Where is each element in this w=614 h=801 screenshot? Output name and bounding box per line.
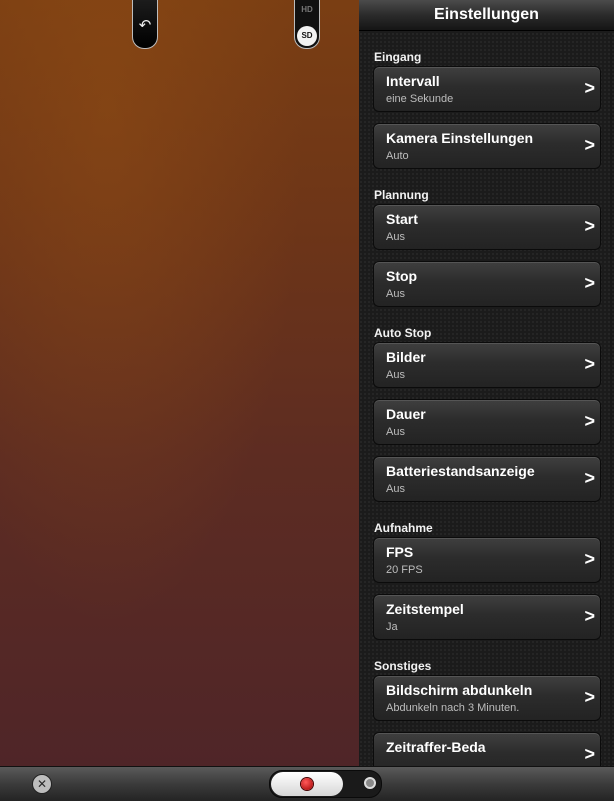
chevron-right-icon: >: [584, 744, 595, 764]
close-icon[interactable]: ✕: [32, 774, 52, 794]
setting-row-stop[interactable]: Stop Aus >: [373, 261, 601, 307]
setting-value: Aus: [386, 483, 405, 495]
chevron-right-icon: >: [584, 78, 595, 98]
setting-row-zeitraffer[interactable]: Zeitraffer-Beda >: [373, 732, 601, 766]
setting-label: Bildschirm abdunkeln: [386, 682, 533, 698]
section-title: Sonstiges: [374, 659, 432, 673]
setting-label: Dauer: [386, 406, 426, 422]
setting-value: Abdunkeln nach 3 Minuten.: [386, 702, 520, 714]
setting-row-start[interactable]: Start Aus >: [373, 204, 601, 250]
resolution-toggle[interactable]: HD SD: [294, 0, 320, 49]
setting-label: Bilder: [386, 349, 426, 365]
chevron-right-icon: >: [584, 687, 595, 707]
setting-label: FPS: [386, 544, 414, 560]
camera-switch-icon: ↶: [138, 17, 152, 34]
setting-label: Zeitraffer-Beda: [386, 739, 486, 755]
setting-label: Zeitstempel: [386, 601, 464, 617]
sd-option: SD: [297, 26, 317, 46]
setting-value: Aus: [386, 426, 405, 438]
setting-row-dauer[interactable]: Dauer Aus >: [373, 399, 601, 445]
switch-camera-button[interactable]: ↶: [132, 0, 158, 49]
settings-panel: Einstellungen Eingang Intervall eine Sek…: [359, 0, 614, 766]
setting-label: Intervall: [386, 73, 440, 89]
section-title: Plannung: [374, 188, 429, 202]
chevron-right-icon: >: [584, 468, 595, 488]
chevron-right-icon: >: [584, 354, 595, 374]
setting-label: Stop: [386, 268, 418, 284]
panel-title: Einstellungen: [359, 0, 614, 31]
chevron-right-icon: >: [584, 273, 595, 293]
timelapse-mode-icon: [364, 777, 376, 789]
record-button[interactable]: [271, 772, 343, 796]
section-title: Aufnahme: [374, 521, 433, 535]
setting-label: Start: [386, 211, 418, 227]
setting-value: Aus: [386, 288, 405, 300]
setting-row-intervall[interactable]: Intervall eine Sekunde >: [373, 66, 601, 112]
record-mode-switch[interactable]: [269, 770, 382, 798]
setting-value: Ja: [386, 621, 398, 633]
setting-row-bildschirm-abdunkeln[interactable]: Bildschirm abdunkeln Abdunkeln nach 3 Mi…: [373, 675, 601, 721]
setting-value: 20 FPS: [386, 564, 423, 576]
setting-row-zeitstempel[interactable]: Zeitstempel Ja >: [373, 594, 601, 640]
setting-value: Auto: [386, 150, 409, 162]
camera-preview: ↶ HD SD: [0, 0, 359, 766]
setting-row-batteriestandsanzeige[interactable]: Batteriestandsanzeige Aus >: [373, 456, 601, 502]
chevron-right-icon: >: [584, 411, 595, 431]
setting-row-kamera-einstellungen[interactable]: Kamera Einstellungen Auto >: [373, 123, 601, 169]
chevron-right-icon: >: [584, 216, 595, 236]
setting-label: Batteriestandsanzeige: [386, 463, 535, 479]
setting-value: Aus: [386, 231, 405, 243]
setting-value: Aus: [386, 369, 405, 381]
record-icon: [301, 778, 313, 790]
hd-option: HD: [301, 5, 313, 14]
chevron-right-icon: >: [584, 135, 595, 155]
chevron-right-icon: >: [584, 606, 595, 626]
setting-label: Kamera Einstellungen: [386, 130, 534, 146]
section-title: Auto Stop: [374, 326, 432, 340]
setting-row-bilder[interactable]: Bilder Aus >: [373, 342, 601, 388]
section-title: Eingang: [374, 50, 422, 64]
bottom-toolbar: ✕: [0, 766, 614, 801]
setting-row-fps[interactable]: FPS 20 FPS >: [373, 537, 601, 583]
chevron-right-icon: >: [584, 549, 595, 569]
setting-value: eine Sekunde: [386, 93, 454, 105]
